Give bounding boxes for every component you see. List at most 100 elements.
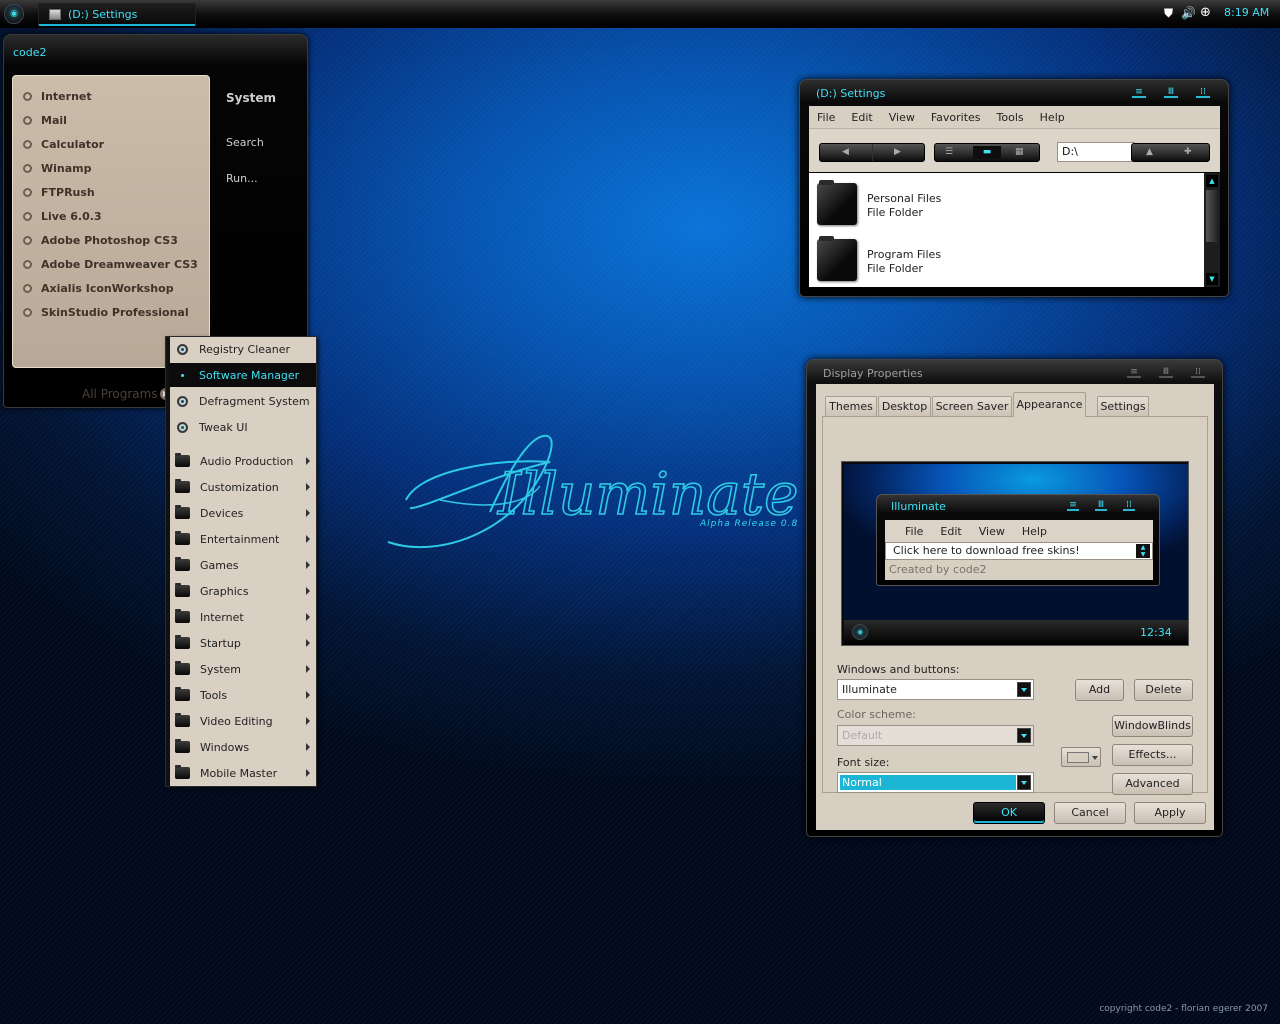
menu-edit[interactable]: Edit [843,111,880,124]
color-picker-button[interactable] [1061,747,1101,767]
program-folder[interactable]: Graphics [170,579,316,603]
menu-favorites[interactable]: Favorites [923,111,989,124]
speaker-icon[interactable]: 🔊 [1181,6,1196,20]
scrollbar[interactable]: ▲ ▼ [1204,173,1220,287]
windows-buttons-select[interactable]: Illuminate [837,679,1034,700]
folder-icon [817,236,857,281]
start-button[interactable]: ◉ [4,4,24,24]
illuminate-orb-icon: ◉ [10,9,18,19]
delete-button[interactable]: Delete [1134,679,1193,701]
folder-icon [817,180,857,225]
program-folder[interactable]: Entertainment [170,527,316,551]
menu-tools[interactable]: Tools [989,111,1032,124]
program-folder[interactable]: Tools [170,683,316,707]
taskbar-button-settings[interactable]: (D:) Settings [38,3,196,26]
start-menu-item[interactable]: Adobe Dreamweaver CS3 [23,255,198,273]
file-item[interactable]: Personal Files File Folder [817,179,1117,229]
search-link[interactable]: Search [226,136,264,149]
cancel-button[interactable]: Cancel [1054,802,1126,824]
ok-button[interactable]: OK [973,802,1045,824]
program-item-label: Registry Cleaner [199,342,291,356]
program-folder-label: System [200,662,242,676]
tab-desktop[interactable]: Desktop [878,396,931,417]
program-folder[interactable]: Mobile Master [170,761,316,785]
maximize-icon[interactable]: Ⅲ [1159,368,1173,378]
start-menu-item[interactable]: Calculator [23,135,104,153]
up-icon[interactable]: ▲ [1146,144,1153,161]
list-view-icon[interactable]: ☰ [945,144,953,161]
tab-appearance[interactable]: Appearance [1013,392,1086,417]
program-folder[interactable]: Devices [170,501,316,525]
apply-button[interactable]: Apply [1134,802,1206,824]
clock[interactable]: 8:19 AM [1224,6,1269,19]
program-folder[interactable]: Internet [170,605,316,629]
close-icon[interactable]: ⁞⁞ [1196,88,1210,98]
tab-screen-saver[interactable]: Screen Saver [932,396,1012,417]
scroll-down-icon[interactable]: ▼ [1206,273,1218,285]
program-folder[interactable]: Startup [170,631,316,655]
font-size-select[interactable]: Normal [837,772,1034,793]
program-item[interactable]: Software Manager [170,363,316,387]
effects-button[interactable]: Effects... [1112,744,1193,766]
start-menu-item[interactable]: Mail [23,111,67,129]
file-item[interactable]: Program Files File Folder [817,235,1117,285]
bullet-icon [23,187,32,197]
window-controls: ≡ Ⅲ ⁞⁞ [1132,88,1210,98]
close-icon[interactable]: ⁞⁞ [1191,368,1205,378]
tab-themes[interactable]: Themes [825,396,877,417]
pinned-programs-panel: Internet Mail Calculator Winamp FTPRush Live … [12,75,210,401]
shield-icon[interactable]: ⛊ [1164,6,1173,20]
program-folder[interactable]: Customization [170,475,316,499]
logo-title: Illuminate [497,460,798,528]
start-menu-item-label: Axialis IconWorkshop [41,281,174,295]
program-folder[interactable]: Audio Production [170,449,316,473]
new-folder-icon[interactable]: ✚ [1184,144,1192,161]
program-folder[interactable]: System [170,657,316,681]
menu-file[interactable]: File [809,111,843,124]
windowblinds-button[interactable]: WindowBlinds [1112,715,1193,737]
chevron-down-icon[interactable] [1017,775,1031,790]
scroll-up-icon[interactable]: ▲ [1206,175,1218,187]
back-icon[interactable]: ◀ [842,144,849,161]
details-view-icon[interactable]: ▬ [973,146,1001,159]
start-menu-item[interactable]: Winamp [23,159,92,177]
plus-circle-icon[interactable]: ⊕ [1200,6,1211,20]
forward-icon[interactable]: ▶ [894,144,901,161]
system-link[interactable]: System [226,91,276,105]
chevron-down-icon [1092,756,1098,760]
tiles-view-icon[interactable]: ▦ [1015,144,1024,161]
program-folder[interactable]: Windows [170,735,316,759]
add-button[interactable]: Add [1075,679,1124,701]
start-menu-item[interactable]: SkinStudio Professional [23,303,189,321]
start-menu-item[interactable]: Internet [23,87,92,105]
program-item[interactable]: Registry Cleaner [170,337,316,361]
chevron-down-icon[interactable] [1017,682,1031,697]
minimize-icon[interactable]: ≡ [1132,88,1146,98]
minimize-icon[interactable]: ≡ [1127,368,1141,378]
start-menu-item[interactable]: FTPRush [23,183,95,201]
start-menu-item[interactable]: Live 6.0.3 [23,207,102,225]
run-link[interactable]: Run... [226,172,258,185]
advanced-button[interactable]: Advanced [1112,773,1193,795]
tab-settings[interactable]: Settings [1097,396,1149,417]
address-input[interactable]: D:\ [1057,142,1135,162]
program-folder[interactable]: Video Editing [170,709,316,733]
program-item[interactable]: Defragment System [170,389,316,413]
start-menu-item[interactable]: Axialis IconWorkshop [23,279,174,297]
maximize-icon[interactable]: Ⅲ [1164,88,1178,98]
preview-taskbar: ◉ 12:34 [844,620,1188,645]
scroll-thumb[interactable] [1206,190,1218,242]
menu-view[interactable]: View [881,111,923,124]
folder-icon [175,635,190,649]
preview-clock: 12:34 [1140,626,1172,639]
color-scheme-select[interactable]: Default [837,725,1034,746]
start-menu-item[interactable]: Adobe Photoshop CS3 [23,231,178,249]
spinner-icon: ▲ ▼ [1136,544,1150,558]
menu-help[interactable]: Help [1032,111,1073,124]
window-icon [49,9,61,20]
chevron-down-icon[interactable] [1017,728,1031,743]
all-programs-label[interactable]: All Programs [82,387,158,401]
start-menu-item-label: Live 6.0.3 [41,209,102,223]
program-item[interactable]: Tweak UI [170,415,316,439]
program-folder[interactable]: Games [170,553,316,577]
